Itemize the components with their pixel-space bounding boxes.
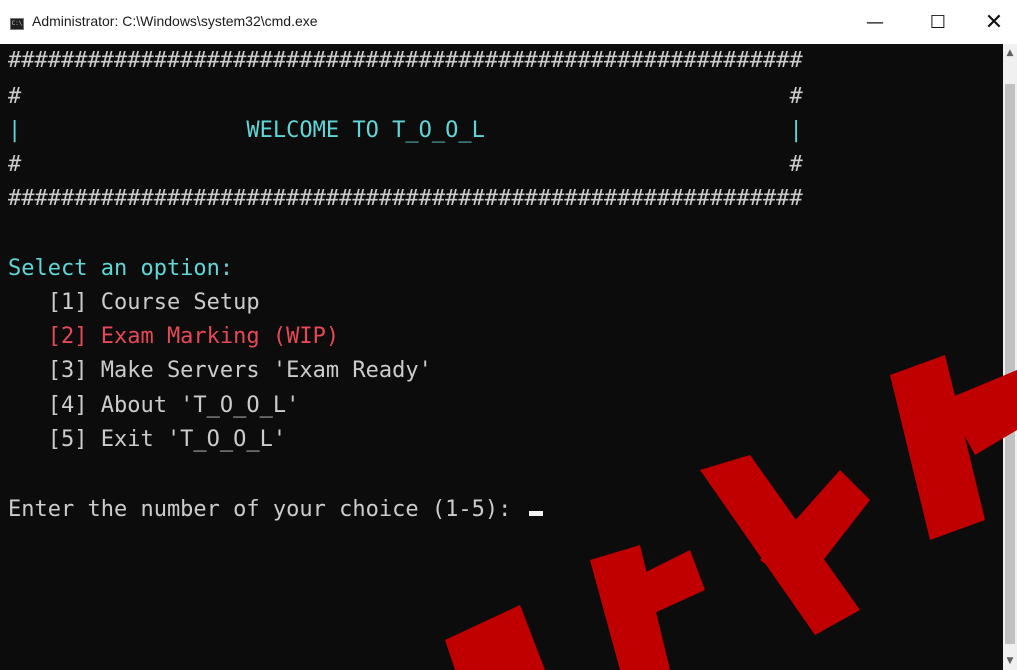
banner-empty-line-bottom: # # [8, 152, 803, 177]
scroll-thumb[interactable] [1005, 84, 1015, 644]
vertical-scrollbar[interactable]: ▲ ▼ [1003, 44, 1017, 670]
console-output[interactable]: ########################################… [0, 44, 1003, 670]
menu-option-1: [1] Course Setup [8, 290, 260, 315]
window-title: Administrator: C:\Windows\system32\cmd.e… [32, 13, 318, 29]
input-prompt: Enter the number of your choice (1-5): [8, 497, 525, 522]
prompt-heading: Select an option: [8, 256, 234, 281]
menu-option-3: [3] Make Servers 'Exam Ready' [8, 358, 432, 383]
menu-option-4: [4] About 'T_O_O_L' [8, 393, 300, 418]
banner-empty-line-top: # # [8, 84, 803, 109]
banner-title: | WELCOME TO T_O_O_L | [8, 118, 803, 143]
close-button[interactable]: ✕ [971, 4, 1017, 40]
banner-border-top: ########################################… [8, 48, 803, 73]
text-cursor [528, 511, 543, 516]
scroll-down-arrow-icon[interactable]: ▼ [1003, 654, 1017, 668]
menu-option-2: [2] Exam Marking (WIP) [8, 324, 340, 349]
banner-border-bottom: ########################################… [8, 186, 803, 211]
scroll-up-arrow-icon[interactable]: ▲ [1003, 46, 1017, 60]
minimize-button[interactable]: — [852, 4, 898, 40]
menu-option-5: [5] Exit 'T_O_O_L' [8, 427, 287, 452]
title-bar: C:\ Administrator: C:\Windows\system32\c… [0, 0, 1017, 45]
maximize-button[interactable]: ☐ [915, 4, 961, 40]
input-prompt-line[interactable]: Enter the number of your choice (1-5): [8, 497, 543, 523]
cmd-icon[interactable]: C:\ [10, 18, 24, 30]
